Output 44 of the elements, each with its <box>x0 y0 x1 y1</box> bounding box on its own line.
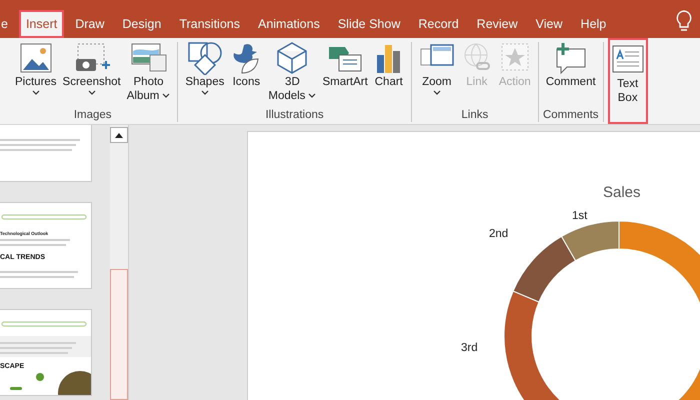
caret-icon <box>162 93 170 98</box>
ribbon-tab[interactable]: Design <box>115 10 168 38</box>
ribbon-tab[interactable]: Insert <box>18 10 64 38</box>
scrollbar[interactable] <box>110 125 129 400</box>
caret-icon <box>88 90 96 95</box>
ribbon-tab[interactable]: Record <box>411 10 466 38</box>
ribbon-button[interactable]: Icons <box>227 42 266 108</box>
ribbon-tab[interactable]: Slide Show <box>330 10 408 38</box>
ribbon-tab[interactable]: View <box>528 10 570 38</box>
chart-label: 3rd <box>461 342 478 354</box>
group-label: Comments <box>542 108 599 122</box>
cube-icon <box>275 41 310 75</box>
caret-icon <box>32 90 40 95</box>
picture-icon <box>18 41 53 75</box>
ribbon-button[interactable]: Text Box <box>608 38 648 124</box>
ribbon-tab[interactable]: Draw <box>68 10 112 38</box>
ribbon-button[interactable]: Pictures <box>12 42 60 108</box>
ribbon-button[interactable]: Comment <box>542 42 599 108</box>
ribbon-button[interactable]: Photo Album <box>124 42 174 108</box>
ribbon-tab[interactable]: Animations <box>250 10 327 38</box>
up-arrow-icon <box>115 132 123 138</box>
ribbon-button[interactable]: Zoom <box>416 42 458 108</box>
shapes-icon <box>186 41 223 75</box>
scroll-thumb[interactable] <box>110 269 128 400</box>
group-label: Images <box>74 108 112 122</box>
caret-icon <box>200 90 209 95</box>
chart-label: 1st <box>572 210 588 222</box>
ribbon-button[interactable]: 3D Models <box>265 42 320 108</box>
ribbon-tab[interactable]: Transitions <box>172 10 247 38</box>
caret-icon <box>308 93 316 98</box>
group-label: Links <box>461 108 488 122</box>
group-label: Illustrations <box>265 108 324 122</box>
lightbulb-icon[interactable] <box>676 10 692 32</box>
chart-label: 2nd <box>489 228 508 240</box>
caret-icon <box>432 90 441 95</box>
ribbon-button[interactable]: SmartArt <box>319 42 371 108</box>
ribbon-button[interactable]: Screenshot <box>60 42 124 108</box>
ribbon-button[interactable]: Shapes <box>182 42 228 108</box>
ribbon-tab[interactable]: Review <box>470 10 525 38</box>
ribbon-tab[interactable]: e <box>0 10 15 38</box>
chart-title: Sales <box>603 184 641 201</box>
scroll-up-button[interactable] <box>110 127 128 143</box>
ribbon-tab[interactable]: Help <box>574 10 614 38</box>
ribbon-button[interactable]: Chart <box>370 42 407 108</box>
